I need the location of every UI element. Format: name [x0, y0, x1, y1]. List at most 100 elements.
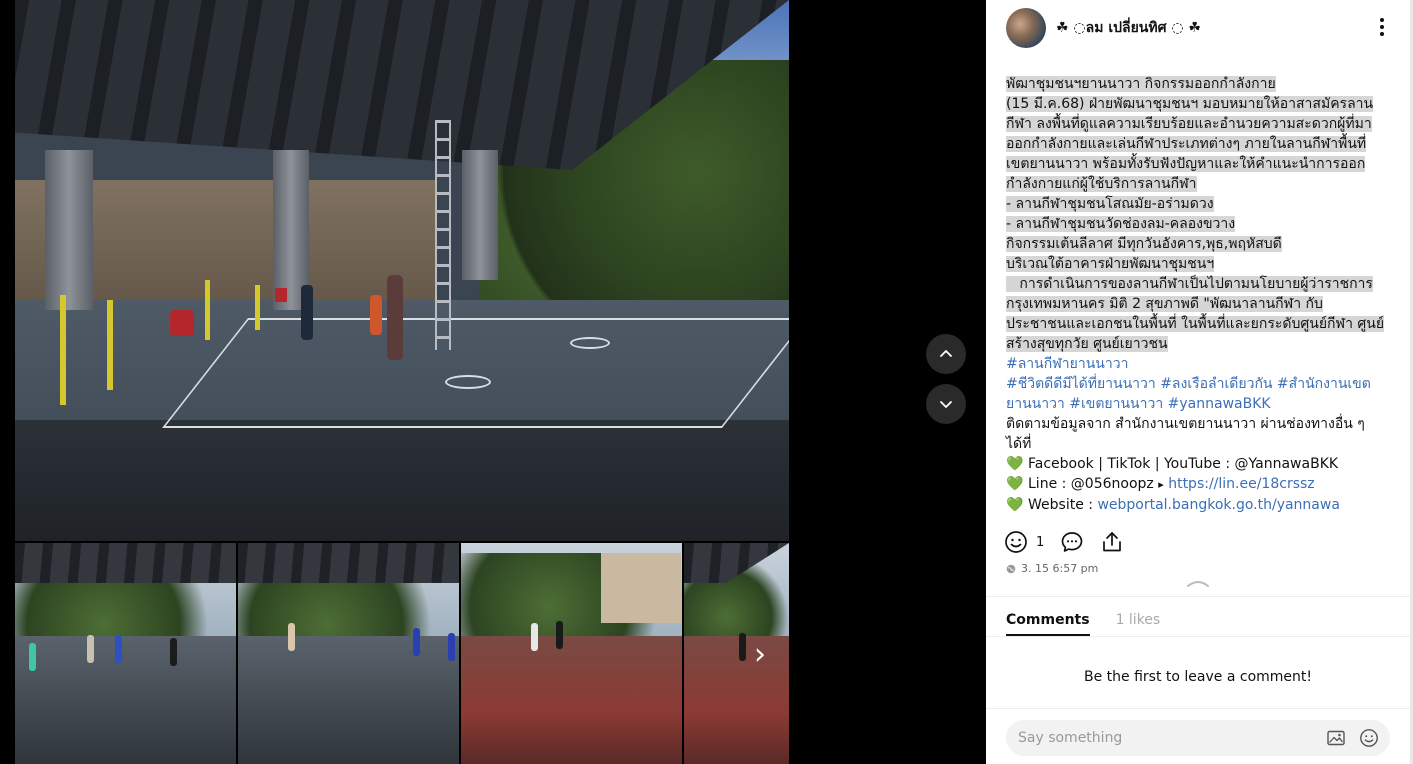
- caption-line: - ลานกีฬาชุมชนวัดช่องลม-คลองขวาง: [1006, 214, 1384, 234]
- person: [370, 295, 382, 335]
- thumb-floor: [461, 635, 682, 764]
- thumbnail-2[interactable]: [238, 543, 459, 764]
- website-url-link[interactable]: webportal.bangkok.go.th/yannawa: [1097, 497, 1339, 513]
- social-text: Facebook | TikTok | YouTube : @YannawaBK…: [1028, 456, 1339, 472]
- person: [531, 623, 538, 651]
- caption-line: พัฒาชุมชนฯยานนาวา กิจกรรมออกกำลังกาย: [1006, 74, 1384, 94]
- caption-line: กำลังกายแก่ผู้ใช้บริการลานกีฬา: [1006, 174, 1384, 194]
- image-icon: [1327, 730, 1345, 746]
- person: [301, 285, 313, 340]
- caption-text: กรุงเทพมหานคร มิติ 2 สุขภาพดี "พัฒนาลานก…: [1006, 296, 1323, 312]
- share-icon: [1103, 532, 1122, 552]
- post-timestamp: 3. 15 6:57 pm: [1006, 562, 1098, 575]
- person: [413, 628, 420, 656]
- previous-post-button[interactable]: [926, 334, 966, 374]
- photo-floor: [15, 420, 789, 541]
- line-url-link[interactable]: https://lin.ee/18crssz: [1168, 476, 1314, 492]
- exercise-equipment: [255, 285, 260, 330]
- green-heart-icon: 💚: [1006, 476, 1024, 492]
- person: [29, 643, 36, 671]
- comment-composer[interactable]: [1006, 720, 1390, 756]
- caption-text: (15 มี.ค.68) ฝ่ายพัฒนาชุมชนฯ มอบหมายให้อ…: [1006, 96, 1374, 112]
- person: [387, 275, 403, 360]
- exercise-equipment: [205, 280, 210, 340]
- thumb-roof: [15, 543, 236, 583]
- author-name[interactable]: ☘ ◌ลม เปลี่ยนทิศ ◌ ☘: [1056, 17, 1201, 39]
- exercise-seat: [170, 310, 194, 336]
- caption-line: ออกกำลังกายและเล่นกีฬาประเภทต่างๆ ภายในล…: [1006, 134, 1384, 154]
- caption-text: บริเวณใต้อาคารฝ่ายพัฒนาชุมชนฯ: [1006, 256, 1215, 272]
- caption-line: การดำเนินการของลานกีฬาเป็นไปตามนโยบายผู้…: [1006, 274, 1384, 294]
- exercise-equipment: [107, 300, 113, 390]
- caption-text: สร้างสุขทุกวัย ศูนย์เยาวชน: [1006, 336, 1168, 352]
- exercise-equipment: [60, 295, 66, 405]
- dot: [1380, 25, 1384, 29]
- social-line: 💚 Facebook | TikTok | YouTube : @YannawaB…: [1006, 454, 1384, 474]
- chevron-down-icon: [940, 401, 952, 408]
- caption-line: บริเวณใต้อาคารฝ่ายพัฒนาชุมชนฯ: [1006, 254, 1384, 274]
- hashtag-link[interactable]: #ชีวิตดีดีมีได้ที่ยานนาวา #ลงเรือลำเดียว…: [1006, 374, 1384, 394]
- timestamp-text: 3. 15 6:57 pm: [1021, 562, 1099, 575]
- thumbnail-1[interactable]: [15, 543, 236, 764]
- comment-icon: [1061, 532, 1083, 552]
- smiley-icon: [1360, 729, 1378, 747]
- emoji-picker-icon[interactable]: [1359, 728, 1379, 748]
- caption-line: กีฬา ลงพื้นที่ดูแลความเรียบร้อยและอำนวยค…: [1006, 114, 1384, 134]
- caption-line: ประชาชนและเอกชนในพื้นที่ ในพื้นที่และยกร…: [1006, 314, 1385, 334]
- caption-text: ออกกำลังกายและเล่นกีฬาประเภทต่างๆ ภายในล…: [1006, 136, 1367, 152]
- caption-line: สร้างสุขทุกวัย ศูนย์เยาวชน: [1006, 334, 1384, 354]
- caption-text: ประชาชนและเอกชนในพื้นที่ ในพื้นที่และยกร…: [1006, 316, 1385, 332]
- post-actions: 1: [1004, 528, 1124, 556]
- chevron-up-icon: [940, 350, 952, 357]
- tab-likes[interactable]: 1 likes: [1116, 612, 1161, 636]
- comment-tabs: Comments 1 likes: [1006, 612, 1186, 636]
- person: [556, 621, 563, 649]
- post-header: ☘ ◌ลม เปลี่ยนทิศ ◌ ☘: [986, 0, 1410, 60]
- next-post-button[interactable]: [926, 384, 966, 424]
- collapse-caption-icon[interactable]: [1186, 574, 1210, 587]
- divider: [986, 596, 1410, 597]
- share-button[interactable]: [1100, 530, 1124, 554]
- ladder: [435, 120, 451, 350]
- comment-input[interactable]: [1018, 720, 1308, 756]
- caption-text: - ลานกีฬาชุมชนวัดช่องลม-คลองขวาง: [1006, 216, 1236, 232]
- hashtag-link[interactable]: ยานนาวา #เขตยานนาวา #yannawaBKK: [1006, 394, 1384, 414]
- chevron-up-icon: [1187, 581, 1209, 587]
- caption-line: กรุงเทพมหานคร มิติ 2 สุขภาพดี "พัฒนาลานก…: [1006, 294, 1384, 314]
- line-text: Line : @056noopz: [1028, 476, 1154, 492]
- caption-line: (15 มี.ค.68) ฝ่ายพัฒนาชุมชนฯ มอบหมายให้อ…: [1006, 94, 1384, 114]
- thumbnail-3[interactable]: [461, 543, 682, 764]
- caption-line: กิจกรรมเต้นลีลาศ มีทุกวันอังคาร,พุธ,พฤหั…: [1006, 234, 1384, 254]
- caption-text: พัฒาชุมชนฯยานนาวา กิจกรรมออกกำลังกาย: [1006, 76, 1276, 92]
- court-circle: [570, 337, 610, 349]
- caption-line: - ลานกีฬาชุมชนโสณมัย-อร่ามดวง: [1006, 194, 1384, 214]
- website-text: Website :: [1028, 497, 1098, 513]
- hashtag-link[interactable]: #ลานกีฬายานนาวา: [1006, 354, 1384, 374]
- caption-text: เขตยานนาวา พร้อมทั้งรับฟังปัญหาและให้คำแ…: [1006, 156, 1366, 172]
- person: [170, 638, 177, 666]
- photo-pillar: [462, 150, 498, 280]
- thumbnails-next-icon[interactable]: ›: [740, 634, 780, 674]
- reaction-button[interactable]: [1004, 530, 1028, 554]
- person: [448, 633, 455, 661]
- globe-icon: [1006, 564, 1016, 573]
- caption-text: กำลังกายแก่ผู้ใช้บริการลานกีฬา: [1006, 176, 1197, 192]
- thumb-floor: [15, 635, 236, 764]
- thumb-floor: [238, 635, 459, 764]
- person: [288, 623, 295, 651]
- building: [601, 553, 681, 623]
- photo-pillar: [45, 150, 93, 310]
- tab-comments[interactable]: Comments: [1006, 612, 1090, 636]
- main-photo[interactable]: [15, 0, 789, 541]
- image-upload-icon[interactable]: [1326, 728, 1346, 748]
- comment-button[interactable]: [1060, 530, 1084, 554]
- green-heart-icon: 💚: [1006, 497, 1024, 513]
- divider: [986, 708, 1410, 709]
- smiley-icon: [1005, 531, 1027, 553]
- dot: [1380, 32, 1384, 36]
- exercise-seat: [275, 288, 287, 302]
- post-caption: พัฒาชุมชนฯยานนาวา กิจกรรมออกกำลังกาย (15…: [1006, 74, 1385, 515]
- avatar[interactable]: [1006, 8, 1046, 48]
- caption-text: การดำเนินการของลานกีฬาเป็นไปตามนโยบายผู้…: [1006, 276, 1373, 292]
- more-options-icon[interactable]: [1376, 16, 1388, 38]
